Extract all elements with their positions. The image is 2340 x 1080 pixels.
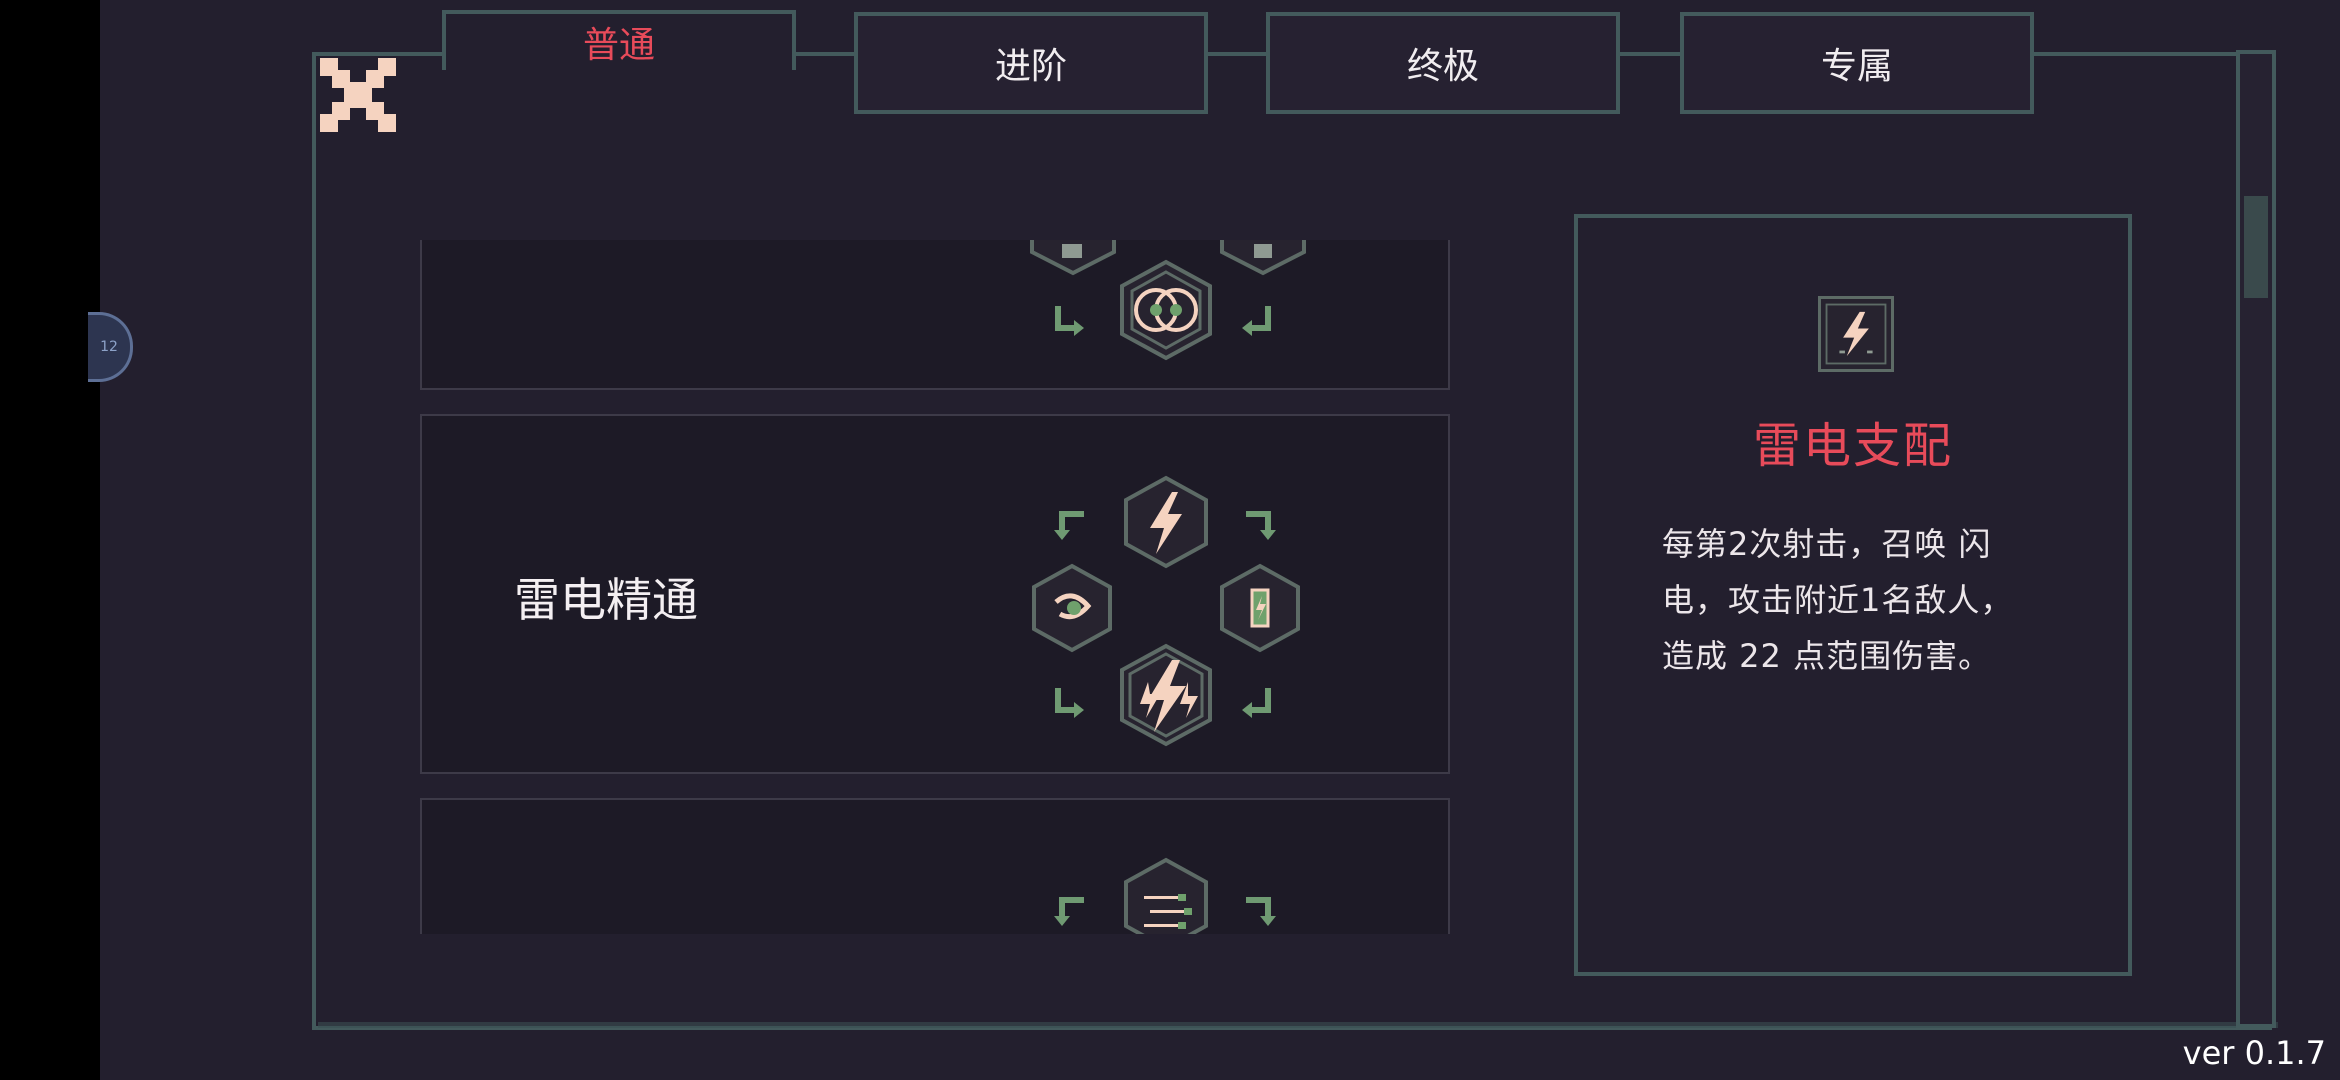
- skill-detail-title: 雷电支配: [1752, 418, 1953, 474]
- description-line: 电，攻击附近1名敌人，: [1662, 581, 2014, 619]
- skill-card[interactable]: [420, 240, 1450, 390]
- arrow-up-left-icon: [1054, 897, 1084, 926]
- skill-node-icon[interactable]: [1028, 240, 1118, 276]
- thunder-storm-icon[interactable]: [1118, 642, 1214, 748]
- arrow-down-right-icon: [1055, 306, 1084, 336]
- lightning-icon[interactable]: [1122, 474, 1210, 570]
- arrow-down-left-icon: [1242, 306, 1271, 336]
- swirl-skill-icon[interactable]: [1030, 562, 1114, 654]
- tab-label: 终极: [1406, 46, 1479, 87]
- version-label: ver 0.1.7: [2182, 1034, 2326, 1072]
- close-icon[interactable]: [320, 58, 396, 132]
- side-badge[interactable]: 12: [88, 312, 133, 382]
- arrow-up-right-icon: [1246, 897, 1276, 926]
- tab-label: 普通: [582, 25, 655, 66]
- description-line: 造成 22 点范围伤害。: [1662, 637, 1992, 675]
- skill-node-icon[interactable]: [1218, 240, 1308, 276]
- skill-detail-panel: 雷电支配 每第2次射击，召唤 闪 电，攻击附近1名敌人， 造成 22 点范围伤害…: [1574, 214, 2132, 976]
- frame-shadow: [318, 1022, 2278, 1028]
- tab-label: 专属: [1820, 46, 1893, 87]
- skill-list[interactable]: 雷电精通: [420, 240, 1450, 934]
- arrow-up-right-icon: [1246, 511, 1276, 540]
- tab-ultimate[interactable]: 终极: [1266, 12, 1620, 114]
- skill-card-thunder-mastery[interactable]: 雷电精通: [420, 414, 1450, 774]
- arrow-up-left-icon: [1054, 511, 1084, 540]
- description-line: 每第2次射击，召唤 闪: [1662, 525, 1992, 563]
- screen-edge-bar: [0, 0, 100, 1080]
- multi-shot-icon[interactable]: [1122, 856, 1210, 934]
- tab-exclusive[interactable]: 专属: [1680, 12, 2034, 114]
- skill-card[interactable]: [420, 798, 1450, 934]
- tab-normal[interactable]: 普通: [442, 10, 796, 70]
- twin-orb-icon[interactable]: [1118, 258, 1214, 362]
- arrow-down-right-icon: [1055, 688, 1084, 718]
- tab-advanced[interactable]: 进阶: [854, 12, 1208, 114]
- arrow-down-left-icon: [1242, 688, 1271, 718]
- battery-skill-icon[interactable]: [1218, 562, 1302, 654]
- skill-detail-description: 每第2次射击，召唤 闪 电，攻击附近1名敌人， 造成 22 点范围伤害。: [1662, 516, 2062, 684]
- tab-label: 进阶: [994, 46, 1067, 87]
- skill-card-title: 雷电精通: [514, 573, 698, 627]
- lightning-icon: [1818, 296, 1894, 372]
- scrollbar-thumb[interactable]: [2244, 196, 2268, 298]
